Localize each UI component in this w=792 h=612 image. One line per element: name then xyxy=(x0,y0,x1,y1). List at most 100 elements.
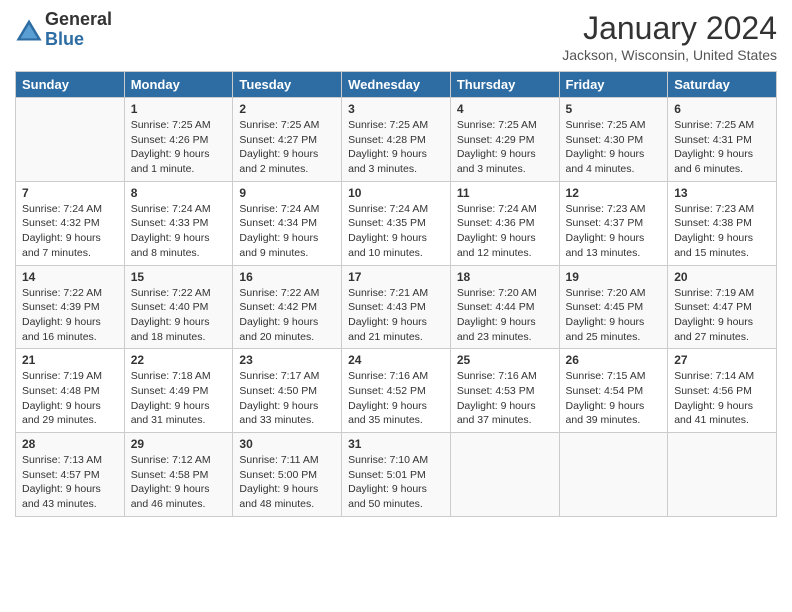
calendar-cell: 13 Sunrise: 7:23 AM Sunset: 4:38 PM Dayl… xyxy=(668,181,777,265)
sunrise-text: Sunrise: 7:14 AM xyxy=(674,370,754,382)
daylight-text: Daylight: 9 hours and 18 minutes. xyxy=(131,316,210,343)
col-tuesday: Tuesday xyxy=(233,72,342,98)
sunset-text: Sunset: 5:00 PM xyxy=(239,469,317,481)
sunrise-text: Sunrise: 7:19 AM xyxy=(674,287,754,299)
calendar-week-row: 7 Sunrise: 7:24 AM Sunset: 4:32 PM Dayli… xyxy=(16,181,777,265)
calendar-cell xyxy=(668,433,777,517)
day-number: 11 xyxy=(457,186,553,200)
day-info: Sunrise: 7:16 AM Sunset: 4:53 PM Dayligh… xyxy=(457,369,553,428)
day-number: 12 xyxy=(566,186,662,200)
sunrise-text: Sunrise: 7:25 AM xyxy=(348,119,428,131)
sunrise-text: Sunrise: 7:16 AM xyxy=(348,370,428,382)
header-row: Sunday Monday Tuesday Wednesday Thursday… xyxy=(16,72,777,98)
sunset-text: Sunset: 4:34 PM xyxy=(239,217,317,229)
day-number: 22 xyxy=(131,353,227,367)
calendar-week-row: 21 Sunrise: 7:19 AM Sunset: 4:48 PM Dayl… xyxy=(16,349,777,433)
daylight-text: Daylight: 9 hours and 35 minutes. xyxy=(348,400,427,427)
calendar-table: Sunday Monday Tuesday Wednesday Thursday… xyxy=(15,71,777,517)
day-number: 3 xyxy=(348,102,444,116)
day-number: 1 xyxy=(131,102,227,116)
day-number: 10 xyxy=(348,186,444,200)
day-info: Sunrise: 7:22 AM Sunset: 4:40 PM Dayligh… xyxy=(131,286,227,345)
day-info: Sunrise: 7:18 AM Sunset: 4:49 PM Dayligh… xyxy=(131,369,227,428)
calendar-cell: 12 Sunrise: 7:23 AM Sunset: 4:37 PM Dayl… xyxy=(559,181,668,265)
day-number: 23 xyxy=(239,353,335,367)
calendar-week-row: 28 Sunrise: 7:13 AM Sunset: 4:57 PM Dayl… xyxy=(16,433,777,517)
day-number: 13 xyxy=(674,186,770,200)
sunset-text: Sunset: 4:28 PM xyxy=(348,134,426,146)
sunrise-text: Sunrise: 7:24 AM xyxy=(239,203,319,215)
sunset-text: Sunset: 4:53 PM xyxy=(457,385,535,397)
day-info: Sunrise: 7:24 AM Sunset: 4:36 PM Dayligh… xyxy=(457,202,553,261)
day-info: Sunrise: 7:24 AM Sunset: 4:34 PM Dayligh… xyxy=(239,202,335,261)
daylight-text: Daylight: 9 hours and 29 minutes. xyxy=(22,400,101,427)
daylight-text: Daylight: 9 hours and 2 minutes. xyxy=(239,148,318,175)
sunset-text: Sunset: 4:50 PM xyxy=(239,385,317,397)
sunrise-text: Sunrise: 7:22 AM xyxy=(239,287,319,299)
calendar-cell: 2 Sunrise: 7:25 AM Sunset: 4:27 PM Dayli… xyxy=(233,98,342,182)
calendar-week-row: 14 Sunrise: 7:22 AM Sunset: 4:39 PM Dayl… xyxy=(16,265,777,349)
day-number: 24 xyxy=(348,353,444,367)
day-number: 7 xyxy=(22,186,118,200)
logo: General Blue xyxy=(15,10,112,50)
calendar-cell: 6 Sunrise: 7:25 AM Sunset: 4:31 PM Dayli… xyxy=(668,98,777,182)
logo-general: General xyxy=(45,10,112,30)
day-number: 30 xyxy=(239,437,335,451)
sunset-text: Sunset: 4:42 PM xyxy=(239,301,317,313)
calendar-cell xyxy=(16,98,125,182)
day-info: Sunrise: 7:25 AM Sunset: 4:31 PM Dayligh… xyxy=(674,118,770,177)
day-info: Sunrise: 7:13 AM Sunset: 4:57 PM Dayligh… xyxy=(22,453,118,512)
day-info: Sunrise: 7:10 AM Sunset: 5:01 PM Dayligh… xyxy=(348,453,444,512)
day-info: Sunrise: 7:25 AM Sunset: 4:27 PM Dayligh… xyxy=(239,118,335,177)
calendar-cell: 26 Sunrise: 7:15 AM Sunset: 4:54 PM Dayl… xyxy=(559,349,668,433)
day-info: Sunrise: 7:14 AM Sunset: 4:56 PM Dayligh… xyxy=(674,369,770,428)
day-number: 19 xyxy=(566,270,662,284)
calendar-cell: 9 Sunrise: 7:24 AM Sunset: 4:34 PM Dayli… xyxy=(233,181,342,265)
daylight-text: Daylight: 9 hours and 15 minutes. xyxy=(674,232,753,259)
day-number: 21 xyxy=(22,353,118,367)
day-info: Sunrise: 7:23 AM Sunset: 4:38 PM Dayligh… xyxy=(674,202,770,261)
day-info: Sunrise: 7:25 AM Sunset: 4:29 PM Dayligh… xyxy=(457,118,553,177)
calendar-cell: 17 Sunrise: 7:21 AM Sunset: 4:43 PM Dayl… xyxy=(342,265,451,349)
day-info: Sunrise: 7:19 AM Sunset: 4:47 PM Dayligh… xyxy=(674,286,770,345)
daylight-text: Daylight: 9 hours and 25 minutes. xyxy=(566,316,645,343)
sunrise-text: Sunrise: 7:20 AM xyxy=(457,287,537,299)
sunrise-text: Sunrise: 7:13 AM xyxy=(22,454,102,466)
sunrise-text: Sunrise: 7:11 AM xyxy=(239,454,318,466)
sunset-text: Sunset: 4:52 PM xyxy=(348,385,426,397)
sunrise-text: Sunrise: 7:25 AM xyxy=(457,119,537,131)
sunset-text: Sunset: 4:47 PM xyxy=(674,301,752,313)
sunset-text: Sunset: 4:27 PM xyxy=(239,134,317,146)
daylight-text: Daylight: 9 hours and 23 minutes. xyxy=(457,316,536,343)
calendar-cell xyxy=(559,433,668,517)
daylight-text: Daylight: 9 hours and 16 minutes. xyxy=(22,316,101,343)
sunrise-text: Sunrise: 7:25 AM xyxy=(674,119,754,131)
day-info: Sunrise: 7:11 AM Sunset: 5:00 PM Dayligh… xyxy=(239,453,335,512)
sunrise-text: Sunrise: 7:16 AM xyxy=(457,370,537,382)
day-info: Sunrise: 7:22 AM Sunset: 4:42 PM Dayligh… xyxy=(239,286,335,345)
day-info: Sunrise: 7:25 AM Sunset: 4:26 PM Dayligh… xyxy=(131,118,227,177)
daylight-text: Daylight: 9 hours and 12 minutes. xyxy=(457,232,536,259)
day-number: 20 xyxy=(674,270,770,284)
calendar-cell: 1 Sunrise: 7:25 AM Sunset: 4:26 PM Dayli… xyxy=(124,98,233,182)
daylight-text: Daylight: 9 hours and 3 minutes. xyxy=(348,148,427,175)
day-info: Sunrise: 7:20 AM Sunset: 4:44 PM Dayligh… xyxy=(457,286,553,345)
day-info: Sunrise: 7:19 AM Sunset: 4:48 PM Dayligh… xyxy=(22,369,118,428)
daylight-text: Daylight: 9 hours and 21 minutes. xyxy=(348,316,427,343)
sunrise-text: Sunrise: 7:12 AM xyxy=(131,454,211,466)
day-info: Sunrise: 7:24 AM Sunset: 4:35 PM Dayligh… xyxy=(348,202,444,261)
daylight-text: Daylight: 9 hours and 20 minutes. xyxy=(239,316,318,343)
day-info: Sunrise: 7:15 AM Sunset: 4:54 PM Dayligh… xyxy=(566,369,662,428)
calendar-cell: 24 Sunrise: 7:16 AM Sunset: 4:52 PM Dayl… xyxy=(342,349,451,433)
sunset-text: Sunset: 4:40 PM xyxy=(131,301,209,313)
day-info: Sunrise: 7:24 AM Sunset: 4:33 PM Dayligh… xyxy=(131,202,227,261)
daylight-text: Daylight: 9 hours and 3 minutes. xyxy=(457,148,536,175)
sunset-text: Sunset: 4:37 PM xyxy=(566,217,644,229)
sunrise-text: Sunrise: 7:24 AM xyxy=(22,203,102,215)
sunrise-text: Sunrise: 7:25 AM xyxy=(566,119,646,131)
sunrise-text: Sunrise: 7:24 AM xyxy=(457,203,537,215)
calendar-cell: 30 Sunrise: 7:11 AM Sunset: 5:00 PM Dayl… xyxy=(233,433,342,517)
sunrise-text: Sunrise: 7:18 AM xyxy=(131,370,211,382)
day-number: 4 xyxy=(457,102,553,116)
calendar-cell: 5 Sunrise: 7:25 AM Sunset: 4:30 PM Dayli… xyxy=(559,98,668,182)
